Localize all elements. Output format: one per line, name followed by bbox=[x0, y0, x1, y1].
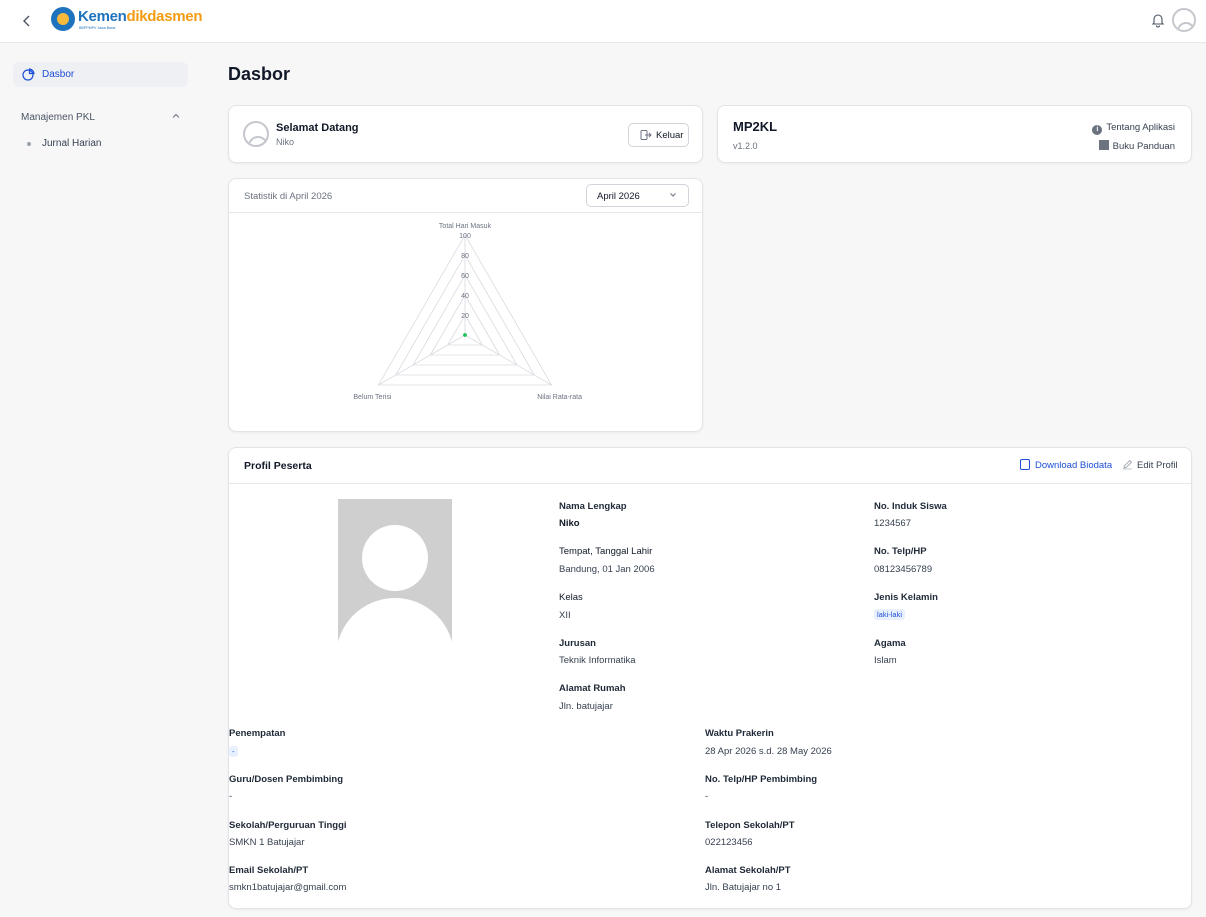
field-label: Alamat Sekolah/PT bbox=[705, 865, 791, 876]
gender-badge: laki-laki bbox=[874, 609, 906, 620]
radar-axis-label: Belum Terisi bbox=[353, 394, 391, 401]
radar-data-point bbox=[463, 333, 467, 337]
top-bar: Kemendikdasmen BBPPMPV Jawa Barat bbox=[0, 0, 1206, 43]
field-label: Jurusan bbox=[559, 638, 596, 649]
radar-spoke bbox=[464, 334, 552, 386]
radar-axis-label: Nilai Rata-rata bbox=[537, 394, 582, 401]
field-label: Email Sekolah/PT bbox=[229, 865, 309, 876]
field-label: Kelas bbox=[559, 592, 583, 603]
user-avatar-icon[interactable] bbox=[1172, 8, 1196, 32]
field-label: Sekolah/Perguruan Tinggi bbox=[229, 820, 347, 831]
logout-button[interactable]: Keluar bbox=[628, 123, 689, 147]
logo-emblem-icon[interactable] bbox=[51, 7, 75, 31]
logout-label: Keluar bbox=[656, 130, 684, 141]
sidebar-item-label: Dasbor bbox=[42, 69, 75, 80]
field-value: Niko bbox=[559, 518, 580, 529]
book-icon bbox=[1098, 140, 1109, 150]
radar-tick-label: 20 bbox=[461, 313, 469, 320]
radar-spoke bbox=[378, 334, 466, 386]
field-label: No. Induk Siswa bbox=[874, 501, 947, 512]
field-value: - bbox=[705, 791, 709, 802]
avatar bbox=[243, 121, 269, 147]
field-value: 28 Apr 2026 s.d. 28 May 2026 bbox=[705, 746, 832, 757]
field-value: SMKN 1 Batujajar bbox=[229, 837, 305, 848]
field-label: Jenis Kelamin bbox=[874, 592, 938, 603]
app-version: v1.2.0 bbox=[733, 141, 758, 151]
info-icon: i bbox=[1092, 125, 1103, 135]
radar-tick-label: 60 bbox=[461, 273, 469, 280]
welcome-card: Selamat Datang Niko Keluar bbox=[228, 105, 703, 163]
field-value: Islam bbox=[874, 655, 897, 666]
month-select-value: April 2026 bbox=[597, 191, 640, 202]
profile-title: Profil Peserta bbox=[244, 460, 312, 472]
welcome-title: Selamat Datang bbox=[276, 122, 359, 134]
field-value: Jln. batujajar bbox=[559, 701, 613, 712]
field-value: 022123456 bbox=[705, 837, 753, 848]
chevron-left-icon[interactable] bbox=[20, 12, 34, 30]
radar-tick-label: 40 bbox=[461, 293, 469, 300]
field-value: 1234567 bbox=[874, 518, 911, 529]
brand-subtitle: BBPPMPV Jawa Barat bbox=[79, 26, 116, 30]
bullet-icon bbox=[27, 142, 31, 146]
field-value: XII bbox=[559, 610, 571, 621]
logout-icon bbox=[640, 129, 652, 141]
field-label: Agama bbox=[874, 638, 906, 649]
page-title: Dasbor bbox=[228, 64, 291, 84]
download-biodata-link[interactable]: Download Biodata bbox=[1020, 459, 1112, 471]
sidebar-group-manajemen-pkl[interactable]: Manajemen PKL bbox=[21, 112, 95, 123]
statistics-card: Statistik di April 2026 April 2026 20 40 6… bbox=[228, 178, 703, 432]
field-value: Teknik Informatika bbox=[559, 655, 636, 666]
field-label: Alamat Rumah bbox=[559, 683, 626, 694]
bell-icon[interactable] bbox=[1151, 12, 1165, 28]
sidebar-item-jurnal-harian[interactable]: Jurnal Harian bbox=[42, 138, 101, 149]
field-label: Guru/Dosen Pembimbing bbox=[229, 774, 344, 785]
field-label: Tempat, Tanggal Lahir bbox=[559, 546, 653, 557]
field-value: smkn1batujajar@gmail.com bbox=[229, 882, 347, 893]
field-value: 08123456789 bbox=[874, 564, 933, 575]
field-label: Waktu Prakerin bbox=[705, 728, 774, 739]
month-select[interactable]: April 2026 bbox=[586, 184, 689, 207]
field-label: Penempatan bbox=[229, 728, 286, 739]
radar-chart: 20 40 60 80 100 Total Hari Masuk Nilai Rata-ra… bbox=[353, 223, 582, 401]
radar-axis-label: Total Hari Masuk bbox=[439, 223, 492, 230]
field-label: No. Telp/HP Pembimbing bbox=[705, 774, 818, 785]
app-name: MP2KL bbox=[733, 119, 778, 134]
field-value: - bbox=[229, 791, 233, 802]
sidebar-item-dasbor[interactable]: Dasbor bbox=[13, 62, 188, 87]
app-info-card: MP2KL v1.2.0 i Tentang Aplikasi Buku Pand… bbox=[717, 105, 1192, 163]
field-label: Nama Lengkap bbox=[559, 501, 627, 512]
statistics-header: Statistik di April 2026 April 2026 bbox=[229, 179, 702, 213]
radar-tick-label: 80 bbox=[461, 253, 469, 260]
profile-card: Profil Peserta Download Biodata Edit Pro… bbox=[228, 447, 1192, 909]
field-label: Telepon Sekolah/PT bbox=[705, 820, 795, 831]
profile-photo bbox=[338, 499, 452, 652]
pencil-icon bbox=[1122, 459, 1133, 470]
field-value: Bandung, 01 Jan 2006 bbox=[559, 564, 655, 575]
field-value: Jln. Batujajar no 1 bbox=[705, 882, 782, 893]
profile-header: Profil Peserta Download Biodata Edit Pro… bbox=[229, 448, 1191, 484]
user-guide-link[interactable]: Buku Panduan bbox=[1098, 140, 1175, 152]
chevron-down-icon bbox=[668, 190, 678, 202]
placement-badge: - bbox=[229, 746, 238, 757]
field-label: No. Telp/HP bbox=[874, 546, 927, 557]
brand-logo[interactable]: Kemendikdasmen bbox=[78, 8, 203, 25]
user-name: Niko bbox=[276, 137, 295, 147]
radar-tick-label: 100 bbox=[459, 233, 471, 240]
pie-chart-icon bbox=[22, 68, 35, 81]
download-file-icon bbox=[1020, 459, 1030, 470]
chevron-up-icon[interactable] bbox=[171, 111, 181, 123]
statistics-title: Statistik di April 2026 bbox=[244, 191, 333, 202]
about-app-link[interactable]: i Tentang Aplikasi bbox=[1092, 122, 1175, 135]
edit-profile-link[interactable]: Edit Profil bbox=[1122, 459, 1178, 471]
